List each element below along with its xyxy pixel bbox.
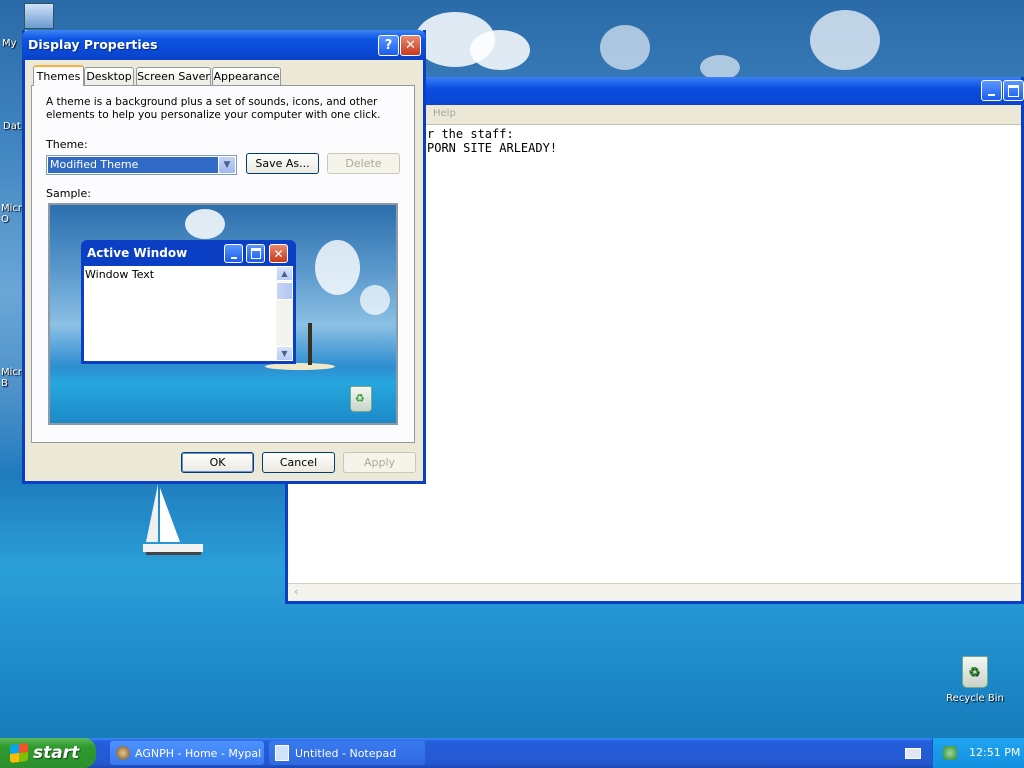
maximize-icon — [1008, 84, 1019, 97]
horizontal-scrollbar[interactable]: ‹ — [288, 583, 1021, 601]
start-label: start — [33, 743, 80, 763]
save-as-button[interactable]: Save As... — [246, 153, 319, 174]
desktop-icon-label[interactable]: Dat — [3, 121, 21, 132]
scroll-thumb — [276, 282, 293, 300]
island-image — [265, 363, 335, 370]
cancel-button[interactable]: Cancel — [262, 452, 335, 473]
tab-screen-saver[interactable]: Screen Saver — [136, 67, 211, 85]
theme-label: Theme: — [46, 138, 88, 151]
cloud — [315, 240, 360, 295]
scroll-down-icon: ▼ — [276, 346, 293, 361]
recycle-bin-label: Recycle Bin — [946, 693, 1004, 704]
sample-close-icon: ✕ — [269, 244, 288, 263]
sample-label: Sample: — [46, 187, 91, 200]
taskbar: start AGNPH - Home - Mypal Untitled - No… — [0, 738, 1024, 768]
minimize-icon — [988, 93, 995, 96]
clock[interactable]: 12:51 PM — [969, 746, 1020, 759]
menu-help[interactable]: Help — [433, 108, 456, 119]
notepad-icon — [275, 745, 289, 761]
close-button[interactable]: ✕ — [400, 35, 421, 56]
start-button[interactable]: start — [0, 738, 96, 768]
theme-description: A theme is a background plus a set of so… — [46, 96, 381, 121]
dialog-titlebar[interactable]: Display Properties ? ✕ — [22, 30, 426, 60]
notepad-text-line: PORN SITE ARLEADY! — [427, 141, 558, 155]
cloud — [185, 209, 225, 239]
notepad-text-area[interactable]: r the staff: PORN SITE ARLEADY! — [427, 127, 557, 155]
taskbar-item-mypal[interactable]: AGNPH - Home - Mypal — [110, 741, 264, 765]
theme-select-value: Modified Theme — [48, 157, 218, 173]
sample-window-text: Window Text — [85, 268, 155, 281]
maximize-button[interactable] — [1003, 80, 1024, 101]
recycle-bin-icon: ♻ — [962, 656, 988, 688]
sample-window-title: Active Window — [87, 246, 188, 260]
sample-active-window: Active Window ✕ Window Text ▲ ▼ — [81, 240, 296, 364]
theme-select[interactable]: Modified Theme ▼ — [46, 155, 237, 175]
tab-themes[interactable]: Themes — [33, 65, 84, 86]
cloud — [470, 30, 530, 70]
sample-scrollbar: ▲ ▼ — [276, 266, 293, 361]
sample-minimize-icon — [224, 244, 243, 263]
system-tray: 12:51 PM — [932, 738, 1024, 768]
sample-maximize-icon — [246, 244, 265, 263]
theme-sample-preview: ♻ Active Window ✕ Window Text ▲ ▼ — [48, 203, 398, 425]
notepad-text-line: r the staff: — [427, 127, 514, 141]
help-button[interactable]: ? — [378, 35, 399, 56]
sailboat-image — [140, 482, 210, 562]
recycle-bin-icon: ♻ — [350, 386, 372, 412]
ok-button[interactable]: OK — [181, 452, 254, 473]
browser-icon — [116, 746, 130, 760]
dialog-title: Display Properties — [28, 37, 158, 52]
help-icon: ? — [384, 38, 393, 53]
tab-desktop[interactable]: Desktop — [84, 67, 134, 85]
windows-logo-icon — [10, 743, 28, 763]
taskbar-item-notepad[interactable]: Untitled - Notepad — [269, 741, 425, 765]
cloud — [600, 25, 650, 70]
delete-button: Delete — [327, 153, 400, 174]
network-icon[interactable] — [943, 746, 957, 760]
desktop-icon-recycle-bin[interactable]: ♻ Recycle Bin — [940, 656, 1010, 704]
palm-tree-image — [308, 323, 312, 365]
keyboard-icon[interactable] — [905, 748, 921, 759]
apply-button: Apply — [343, 452, 416, 473]
scroll-left-icon: ‹ — [294, 585, 299, 598]
tab-appearance[interactable]: Appearance — [212, 67, 281, 85]
cloud — [360, 285, 390, 315]
taskbar-item-label: AGNPH - Home - Mypal — [135, 746, 262, 760]
computer-icon — [24, 3, 54, 29]
chevron-down-icon[interactable]: ▼ — [219, 157, 235, 173]
scroll-up-icon: ▲ — [276, 266, 293, 281]
taskbar-item-label: Untitled - Notepad — [295, 746, 397, 760]
sample-window-body: Window Text ▲ ▼ — [84, 266, 293, 361]
cloud — [810, 10, 880, 70]
minimize-button[interactable] — [981, 80, 1002, 101]
close-icon: ✕ — [405, 38, 416, 53]
